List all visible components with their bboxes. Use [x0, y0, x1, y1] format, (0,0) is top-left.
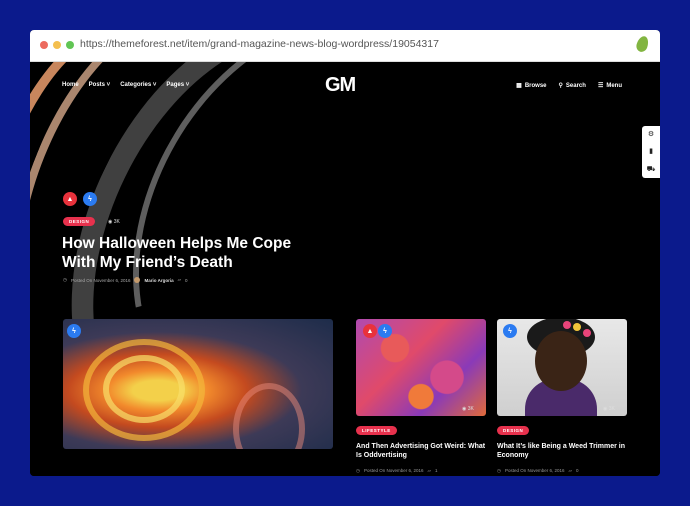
category-badge[interactable]: DESIGN: [63, 217, 96, 226]
browse-label: Browse: [524, 83, 547, 89]
hamburger-icon: ☰: [597, 83, 604, 89]
comment-count: 1: [434, 468, 438, 473]
views-count: ◉ 3K: [603, 406, 615, 412]
browser-toolbar: https://themeforest.net/item/grand-magaz…: [30, 30, 660, 62]
nav-posts[interactable]: Posts ˅: [89, 82, 111, 88]
clock-icon: ◷: [356, 468, 360, 473]
views-count: ◉ 3K: [462, 406, 474, 412]
gear-icon[interactable]: ⚙: [648, 131, 654, 138]
image-ring: [233, 383, 305, 449]
nav-categories[interactable]: Categories ˅: [120, 82, 156, 88]
grid-icon: ▦: [516, 83, 522, 89]
comment-count: 0: [575, 468, 579, 473]
right-nav: ▦ Browse ⚲ Search ☰ Menu: [516, 82, 622, 89]
nav-categories-label: Categories: [120, 82, 152, 88]
search-button[interactable]: ⚲ Search: [559, 82, 586, 89]
post-title[interactable]: And Then Advertising Got Weird: What Is …: [356, 442, 491, 460]
eye-icon: ◉: [462, 406, 467, 412]
maximize-window-button[interactable]: [66, 41, 74, 49]
views-value: 3K: [113, 219, 120, 225]
category-badge[interactable]: LIFESTYLE: [356, 426, 397, 435]
nav-pages[interactable]: Pages ˅: [166, 82, 189, 88]
nav-pages-label: Pages: [166, 82, 185, 88]
menu-button[interactable]: ☰ Menu: [598, 82, 622, 89]
web-page: Home Posts ˅ Categories ˅ Pages ˅ GM ▦ Br…: [30, 62, 660, 476]
search-label: Search: [565, 83, 586, 89]
clock-icon: ◷: [63, 277, 67, 282]
clock-icon: ◷: [497, 468, 501, 473]
posted-date: Posted On November 6, 2016: [70, 277, 131, 283]
author-name[interactable]: Mario Argoria: [144, 278, 173, 283]
envato-leaf-icon[interactable]: [634, 34, 651, 54]
hero-section: Home Posts ˅ Categories ˅ Pages ˅ GM ▦ Br…: [30, 62, 660, 476]
comment-icon: ▱: [427, 468, 431, 473]
eye-icon: ◉: [603, 406, 608, 412]
search-icon: ⚲: [558, 83, 563, 89]
close-window-button[interactable]: [40, 41, 48, 49]
post-meta: ◷ Posted On November 6, 2016 ▱ 0: [497, 468, 578, 474]
posted-date: Posted On November 6, 2016: [504, 468, 565, 473]
post-image-ferris-wheel[interactable]: [63, 319, 333, 449]
views-count: ◉ 3K: [108, 219, 120, 225]
views-value: 3K: [467, 406, 474, 412]
main-nav: Home Posts ˅ Categories ˅ Pages ˅: [62, 82, 189, 88]
eye-icon: ◉: [108, 219, 113, 225]
comment-icon: ▱: [177, 277, 182, 282]
image-figure-face: [535, 331, 587, 391]
image-flower: [563, 321, 571, 329]
bolt-icon[interactable]: ϟ: [83, 192, 97, 206]
flame-icon[interactable]: ▲: [363, 324, 377, 338]
views-value: 3K: [608, 406, 615, 412]
browse-button[interactable]: ▦ Browse: [516, 82, 546, 89]
posted-date: Posted On November 6, 2016: [363, 468, 424, 473]
post-meta: ◷ Posted On November 6, 2016 ▱ 1: [356, 468, 437, 474]
category-badge[interactable]: DESIGN: [497, 426, 530, 435]
hero-meta: ◷ Posted On November 6, 2016 Mario Argor…: [63, 277, 188, 283]
nav-home[interactable]: Home: [62, 82, 79, 88]
nav-posts-label: Posts: [88, 82, 106, 88]
flame-icon[interactable]: ▲: [63, 192, 77, 206]
bolt-icon[interactable]: ϟ: [503, 324, 517, 338]
image-flower: [583, 329, 591, 337]
image-flower: [573, 323, 581, 331]
menu-label: Menu: [606, 83, 622, 89]
minimize-window-button[interactable]: [53, 41, 61, 49]
avatar[interactable]: [134, 277, 141, 283]
post-title[interactable]: What It’s like Being a Weed Trimmer in E…: [497, 442, 637, 460]
floating-sidebar: ⚙ ▮ ⛟: [642, 126, 660, 178]
comment-count: 0: [185, 277, 188, 283]
book-icon[interactable]: ▮: [649, 148, 653, 155]
image-ring: [103, 355, 185, 423]
comment-icon: ▱: [568, 468, 572, 473]
bolt-icon[interactable]: ϟ: [67, 324, 81, 338]
hero-title[interactable]: How Halloween Helps Me Cope With My Frie…: [62, 234, 322, 272]
basket-icon[interactable]: ⛟: [647, 166, 656, 173]
site-logo[interactable]: GM: [325, 74, 356, 97]
browser-window: https://themeforest.net/item/grand-magaz…: [30, 30, 660, 476]
bolt-icon[interactable]: ϟ: [378, 324, 392, 338]
address-bar[interactable]: https://themeforest.net/item/grand-magaz…: [80, 38, 439, 50]
